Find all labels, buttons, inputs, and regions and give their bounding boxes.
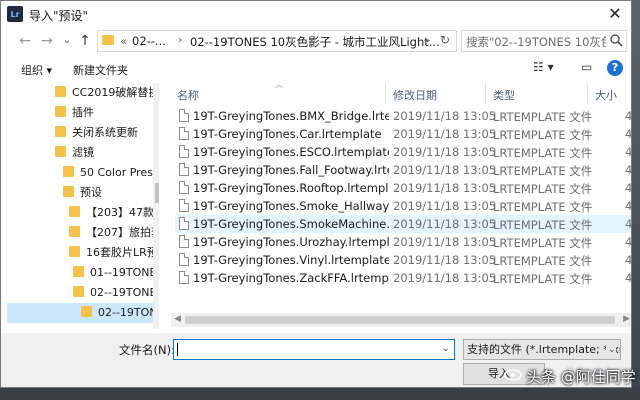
sort-up-icon: ︿ — [275, 80, 283, 89]
folder-icon — [102, 35, 114, 45]
file-list-horizontal-scrollbar[interactable]: ◀ ▶ — [171, 313, 631, 327]
folder-icon — [63, 166, 74, 177]
file-type-filter-select[interactable]: 支持的文件 (*.lrtemplate; *.xn ⌄ — [463, 339, 621, 360]
tree-item-203[interactable]: 【203】47款 — [69, 203, 154, 223]
folder-icon — [81, 306, 92, 317]
new-folder-button[interactable]: 新建文件夹 — [73, 62, 128, 78]
file-row-hovered[interactable]: 19T-GreyingTones.SmokeMachine.lrt...2019… — [175, 215, 631, 233]
navigation-pane: CC2019破解替换 插件 关闭系统更新 滤镜 50 Color Prese 预… — [7, 83, 159, 329]
scroll-left-icon[interactable]: ◀ — [174, 314, 181, 324]
desktop-background-right — [632, 0, 640, 400]
breadcrumb-separator-icon[interactable]: › — [178, 33, 182, 46]
close-icon[interactable]: ✕ — [603, 3, 627, 25]
file-row[interactable]: 19T-GreyingTones.Rooftop.lrtemplate 2019/… — [175, 179, 631, 197]
file-row[interactable]: 19T-GreyingTones.Urozhay.lrtemplate 2019/… — [175, 233, 631, 251]
tree-item-presets[interactable]: 预设 — [63, 183, 102, 203]
breadcrumb-overflow[interactable]: « — [120, 34, 127, 48]
file-row[interactable]: 19T-GreyingTones.Smoke_Hallway.lr... 2019… — [175, 197, 631, 215]
address-dropdown-icon[interactable]: ⌄ — [424, 34, 432, 45]
folder-icon — [55, 126, 66, 137]
document-icon — [179, 181, 189, 194]
folder-icon — [69, 246, 80, 257]
folder-icon — [69, 206, 80, 217]
filename-field[interactable]: ⌄ — [173, 339, 455, 360]
column-divider[interactable] — [587, 83, 588, 103]
recent-locations-chevron-icon[interactable]: ⌄ — [59, 32, 75, 50]
folder-icon — [63, 186, 74, 197]
document-icon — [179, 163, 189, 176]
command-bar: 组织 ▾ 新建文件夹 ☷ ▾ ▭ ? — [1, 55, 631, 83]
filename-label: 文件名(N): — [119, 343, 175, 357]
watermark-logo-icon — [504, 369, 522, 381]
column-header-type[interactable]: 类型 — [493, 87, 515, 103]
search-input[interactable]: 搜索"02--19TONES 10灰色... — [466, 34, 606, 50]
organize-button[interactable]: 组织 ▾ — [21, 62, 52, 78]
text-caret — [177, 343, 178, 356]
folder-icon — [73, 286, 84, 297]
tree-item-207[interactable]: 【207】旅拍套 — [69, 223, 159, 243]
document-icon — [179, 271, 189, 284]
document-icon — [179, 127, 189, 140]
tree-item-16-film-presets[interactable]: 16套胶片LR预 — [69, 243, 158, 263]
search-box[interactable]: 搜索"02--19TONES 10灰色... — [461, 30, 627, 52]
help-icon[interactable]: ? — [607, 60, 623, 76]
column-divider[interactable] — [485, 83, 486, 103]
forward-arrow-icon[interactable]: → — [39, 32, 55, 50]
column-header-name[interactable]: 名称 — [177, 87, 199, 103]
preview-pane-icon[interactable]: ▭ — [581, 60, 592, 74]
document-icon — [179, 109, 189, 122]
scroll-right-icon[interactable]: ▶ — [623, 314, 630, 324]
tree-item-50-color-presets[interactable]: 50 Color Prese — [63, 163, 159, 183]
column-header-date[interactable]: 修改日期 — [393, 87, 437, 103]
lightroom-app-icon: Lr — [7, 6, 23, 22]
folder-icon — [55, 146, 66, 157]
document-icon — [179, 235, 189, 248]
file-row[interactable]: 19T-GreyingTones.Car.lrtemplate 2019/11/1… — [175, 125, 631, 143]
chevron-down-icon[interactable]: ⌄ — [605, 340, 616, 359]
document-icon — [179, 145, 189, 158]
column-header-size[interactable]: 大小 — [595, 87, 617, 103]
tree-item-cc2019[interactable]: CC2019破解替换 — [55, 83, 159, 103]
document-icon — [179, 199, 189, 212]
refresh-icon[interactable]: ↻ — [440, 33, 450, 47]
title-bar: Lr 导入"预设" ✕ — [1, 1, 631, 27]
folder-icon — [69, 226, 80, 237]
scrollbar-thumb[interactable] — [185, 316, 615, 324]
breadcrumb-item[interactable]: 02--19TONES 10灰色影子 - 城市工业风Light... — [190, 34, 440, 50]
tree-item-filters[interactable]: 滤镜 — [55, 143, 94, 163]
watermark: 头条 @阿佳同学 — [500, 360, 636, 390]
import-dialog: Lr 导入"预设" ✕ ← → ⌄ ↑ « 02--... › 02--19TO… — [0, 0, 632, 388]
tree-item-disable-updates[interactable]: 关闭系统更新 — [55, 123, 138, 143]
file-row[interactable]: 19T-GreyingTones.ZackFFA.lrtemplate 2019/… — [175, 269, 631, 287]
view-options-icon[interactable]: ☷ ▾ — [533, 60, 554, 74]
tree-item-01-19tones[interactable]: 01--19TONE — [73, 263, 157, 283]
file-row[interactable]: 19T-GreyingTones.BMX_Bridge.lrtem...2019… — [175, 107, 631, 125]
folder-icon — [55, 86, 66, 97]
breadcrumb-item[interactable]: 02--... — [132, 34, 166, 48]
up-arrow-icon[interactable]: ↑ — [77, 32, 93, 50]
tree-item-plugins[interactable]: 插件 — [55, 103, 94, 123]
file-row[interactable]: 19T-GreyingTones.Vinyl.lrtemplate 2019/11… — [175, 251, 631, 269]
navigation-pane-scrollbar[interactable] — [153, 83, 159, 329]
dialog-title: 导入"预设" — [29, 9, 89, 23]
folder-icon — [55, 106, 66, 117]
address-bar[interactable]: « 02--... › 02--19TONES 10灰色影子 - 城市工业风Li… — [97, 30, 457, 52]
document-icon — [179, 217, 189, 230]
file-row[interactable]: 19T-GreyingTones.ESCO.lrtemplate 2019/11/… — [175, 143, 631, 161]
folder-icon — [73, 266, 84, 277]
back-arrow-icon[interactable]: ← — [17, 32, 33, 50]
scrollbar-thumb[interactable] — [155, 183, 159, 203]
chevron-down-icon[interactable]: ⌄ — [442, 343, 450, 354]
document-icon — [179, 253, 189, 266]
column-divider[interactable] — [385, 83, 386, 103]
file-row[interactable]: 19T-GreyingTones.Fall_Footway.lrte... 201… — [175, 161, 631, 179]
tree-item-02-19tones[interactable]: 02--19TONE — [73, 283, 157, 303]
tree-item-02-19tones-selected[interactable]: 02--19TONE — [7, 303, 159, 323]
watermark-text: 头条 @阿佳同学 — [526, 368, 636, 386]
file-list: ︿ 名称 修改日期 类型 大小 19T-GreyingTones.BMX_Bri… — [171, 80, 631, 333]
column-header-row: ︿ 名称 修改日期 类型 大小 — [171, 80, 631, 103]
search-icon[interactable] — [609, 33, 623, 47]
navigation-bar: ← → ⌄ ↑ « 02--... › 02--19TONES 10灰色影子 -… — [1, 27, 631, 55]
